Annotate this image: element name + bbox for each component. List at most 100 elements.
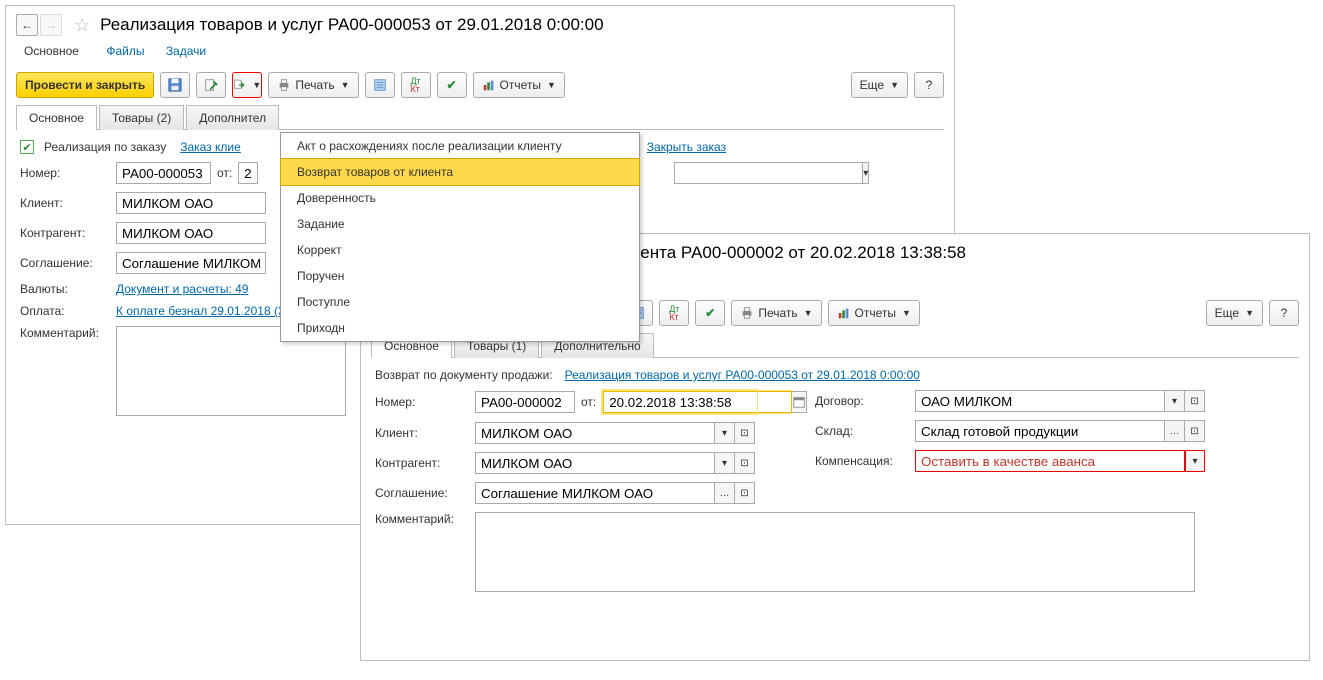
printer-icon xyxy=(740,306,754,320)
nav-back-button[interactable]: ← xyxy=(16,14,38,36)
client-label: Клиент: xyxy=(375,426,469,440)
check-button[interactable]: ✔ xyxy=(695,300,725,326)
dtkt-icon: ДтКт xyxy=(669,305,679,321)
open-btn[interactable]: ⊡ xyxy=(735,452,755,474)
favorite-star-icon[interactable]: ☆ xyxy=(74,15,90,36)
print-button[interactable]: Печать▼ xyxy=(268,72,358,98)
caret-icon: ▼ xyxy=(804,308,813,318)
calendar-icon xyxy=(792,395,806,409)
agreement-input[interactable] xyxy=(475,482,715,504)
caret-icon: ▼ xyxy=(1245,308,1254,318)
dropdown-btn[interactable]: ▾ xyxy=(715,452,735,474)
tab-main[interactable]: Основное xyxy=(16,105,97,130)
tab-goods[interactable]: Товары (2) xyxy=(99,105,184,130)
subnav-tasks[interactable]: Задачи xyxy=(166,44,206,58)
client-label: Клиент: xyxy=(20,196,110,210)
currency-label: Валюты: xyxy=(20,282,110,296)
dropdown-btn[interactable]: ▾ xyxy=(715,422,735,444)
menu-item-task[interactable]: Задание xyxy=(281,211,639,237)
date-field xyxy=(602,390,757,414)
post-icon xyxy=(204,78,218,92)
open-btn[interactable]: ⊡ xyxy=(1185,420,1205,442)
tabs: Основное Товары (2) Дополнител xyxy=(16,104,944,130)
date-input[interactable] xyxy=(238,162,258,184)
menu-item-return[interactable]: Возврат товаров от клиента xyxy=(281,159,639,185)
compensation-label: Компенсация: xyxy=(815,454,909,468)
more-button[interactable]: Еще▼ xyxy=(1206,300,1263,326)
return-by-label: Возврат по документу продажи: xyxy=(375,368,553,382)
menu-item-power-of-attorney[interactable]: Доверенность xyxy=(281,185,639,211)
list-icon xyxy=(373,78,387,92)
open-btn[interactable]: ⊡ xyxy=(735,422,755,444)
comment-textarea[interactable] xyxy=(475,512,1195,592)
post-button[interactable] xyxy=(196,72,226,98)
toolbar: Провести и закрыть ▼ Печать▼ ДтКт ✔ Отче… xyxy=(6,66,954,104)
compensation-input[interactable] xyxy=(915,450,1185,472)
dropdown-btn[interactable]: ▾ xyxy=(863,162,869,184)
warehouse-label: Склад: xyxy=(815,424,909,438)
check-icon: ✔ xyxy=(705,306,715,320)
client-input[interactable] xyxy=(475,422,715,444)
form: Возврат по документу продажи: Реализация… xyxy=(361,358,1309,610)
tab-extra[interactable]: Дополнител xyxy=(186,105,279,130)
reports-button[interactable]: Отчеты▼ xyxy=(473,72,565,98)
chart-icon xyxy=(482,78,496,92)
subnav-main[interactable]: Основное xyxy=(18,41,85,61)
order-link[interactable]: Заказ клие xyxy=(180,140,241,154)
create-based-on-menu: Акт о расхождениях после реализации клие… xyxy=(280,132,640,342)
currency-link[interactable]: Документ и расчеты: 49 xyxy=(116,282,248,296)
dropdown-btn[interactable]: ▾ xyxy=(1165,390,1185,412)
printer-icon xyxy=(277,78,291,92)
more-btn[interactable]: … xyxy=(715,482,735,504)
save-button[interactable] xyxy=(160,72,190,98)
number-input[interactable] xyxy=(475,391,575,413)
post-and-close-button[interactable]: Провести и закрыть xyxy=(16,72,154,98)
calendar-btn[interactable] xyxy=(792,391,807,413)
nav-forward-button[interactable]: → xyxy=(40,14,62,36)
caret-icon: ▼ xyxy=(341,80,350,90)
list-button[interactable] xyxy=(365,72,395,98)
number-input[interactable] xyxy=(116,162,211,184)
reports-button[interactable]: Отчеты▼ xyxy=(828,300,920,326)
subnav: Основное Файлы Задачи xyxy=(6,44,954,66)
contract-input[interactable] xyxy=(915,390,1165,412)
create-based-on-button[interactable]: ▼ xyxy=(232,72,262,98)
more-btn[interactable]: … xyxy=(1165,420,1185,442)
menu-item-correction[interactable]: Коррект xyxy=(281,237,639,263)
help-button[interactable]: ? xyxy=(1269,300,1299,326)
contragent-input[interactable] xyxy=(116,222,266,244)
number-label: Номер: xyxy=(375,395,469,409)
dtkt-button[interactable]: ДтКт xyxy=(401,72,431,98)
open-btn[interactable]: ⊡ xyxy=(1185,390,1205,412)
from-label: от: xyxy=(217,166,232,180)
more-button[interactable]: Еще▼ xyxy=(851,72,908,98)
date-input[interactable] xyxy=(603,391,792,413)
caret-icon: ▼ xyxy=(252,80,261,90)
help-button[interactable]: ? xyxy=(914,72,944,98)
print-button[interactable]: Печать▼ xyxy=(731,300,821,326)
contragent-label: Контрагент: xyxy=(375,456,469,470)
agreement-input[interactable] xyxy=(116,252,266,274)
empty-select[interactable]: ▾ xyxy=(674,162,814,184)
caret-icon: ▼ xyxy=(902,308,911,318)
source-doc-link[interactable]: Реализация товаров и услуг РА00-000053 о… xyxy=(565,368,920,382)
dtkt-button[interactable]: ДтКт xyxy=(659,300,689,326)
menu-item-act[interactable]: Акт о расхождениях после реализации клие… xyxy=(281,133,639,159)
from-label: от: xyxy=(581,395,596,409)
menu-item-income[interactable]: Приходн xyxy=(281,315,639,341)
agreement-label: Соглашение: xyxy=(20,256,110,270)
menu-item-receipt[interactable]: Поступле xyxy=(281,289,639,315)
warehouse-input[interactable] xyxy=(915,420,1165,442)
contragent-input[interactable] xyxy=(475,452,715,474)
menu-item-order[interactable]: Поручен xyxy=(281,263,639,289)
client-input[interactable] xyxy=(116,192,266,214)
check-icon: ✔ xyxy=(447,78,457,92)
doc-arrow-icon xyxy=(233,78,246,92)
subnav-files[interactable]: Файлы xyxy=(106,44,144,58)
close-order-link[interactable]: Закрыть заказ xyxy=(647,140,726,154)
dropdown-btn[interactable]: ▾ xyxy=(1185,450,1205,472)
open-btn[interactable]: ⊡ xyxy=(735,482,755,504)
by-order-checkbox[interactable]: ✔ xyxy=(20,140,34,154)
check-button[interactable]: ✔ xyxy=(437,72,467,98)
caret-icon: ▼ xyxy=(547,80,556,90)
